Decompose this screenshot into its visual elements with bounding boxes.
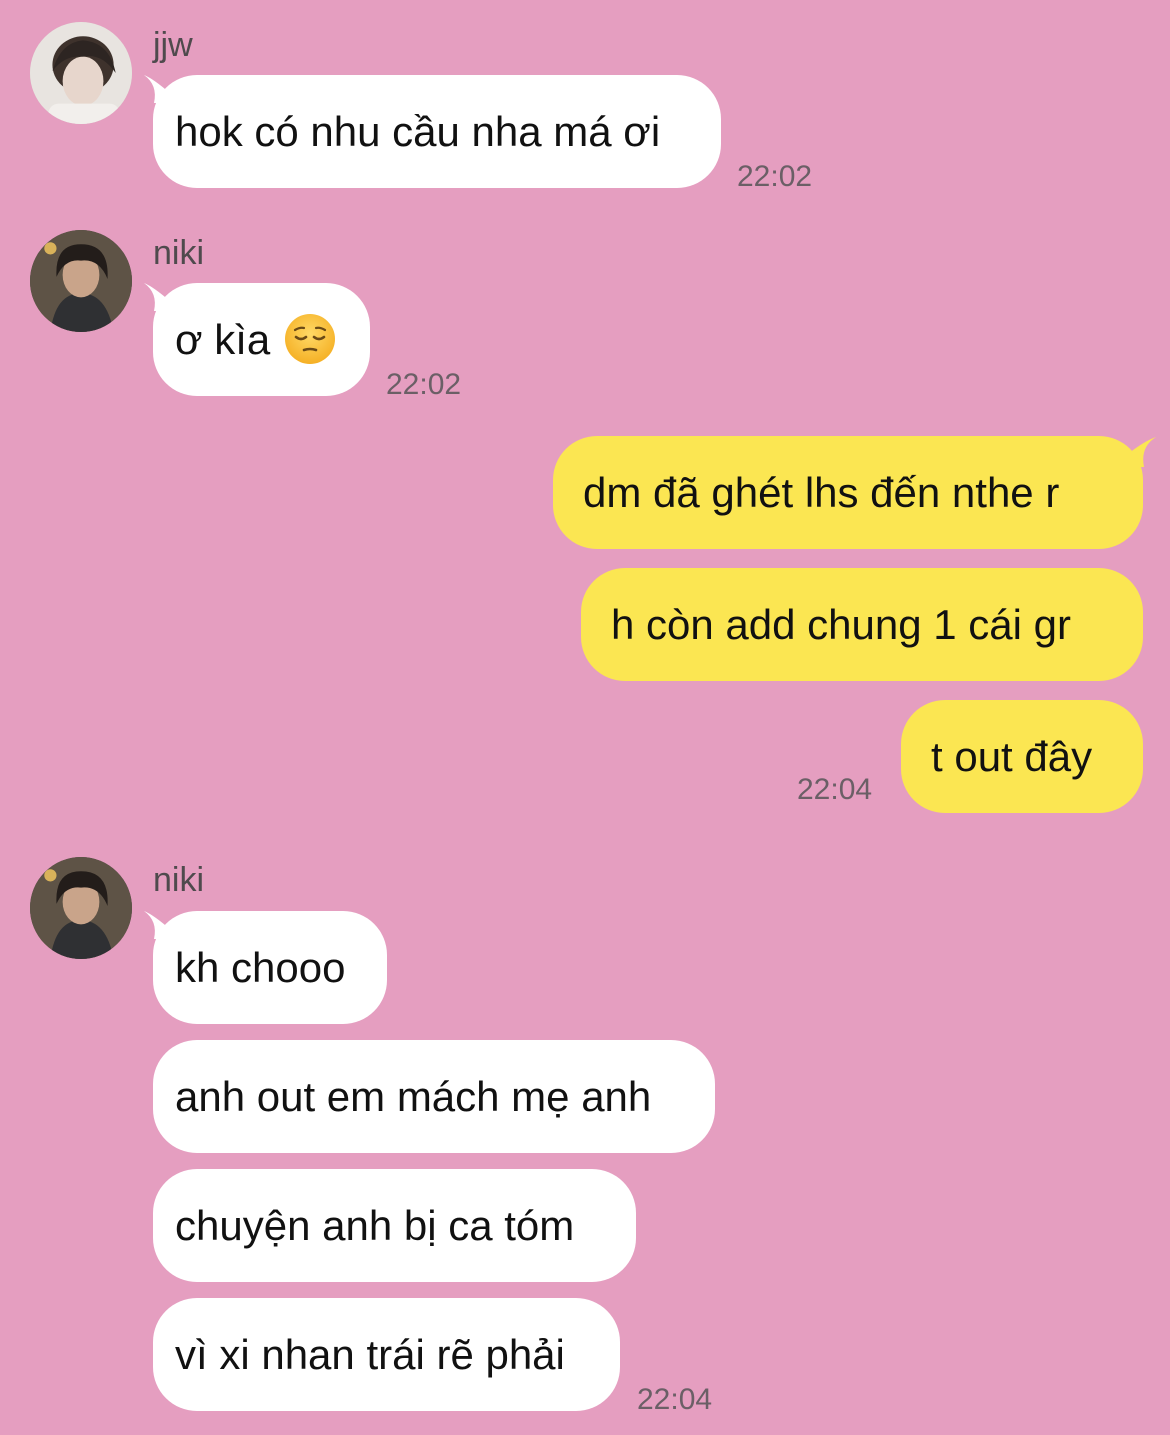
sender-name: jjw bbox=[153, 26, 193, 64]
message-text: ơ kìa bbox=[175, 316, 271, 363]
timestamp: 22:02 bbox=[386, 368, 462, 401]
avatar-image bbox=[30, 857, 132, 959]
message-bubble[interactable]: anh out em mách mẹ anh bbox=[153, 1040, 715, 1153]
avatar-niki[interactable] bbox=[30, 857, 132, 959]
message-bubble[interactable]: chuyện anh bị ca tóm bbox=[153, 1169, 636, 1282]
avatar-niki[interactable] bbox=[30, 230, 132, 332]
pensive-face-icon bbox=[285, 313, 336, 364]
avatar-jjw[interactable] bbox=[30, 22, 132, 124]
avatar-image bbox=[30, 230, 132, 332]
message-bubble[interactable]: h còn add chung 1 cái gr bbox=[581, 568, 1143, 681]
avatar-image bbox=[30, 22, 132, 124]
message-bubble[interactable]: vì xi nhan trái rẽ phải bbox=[153, 1298, 620, 1411]
message-bubble[interactable]: dm đã ghét lhs đến nthe r bbox=[553, 436, 1143, 549]
message-bubble[interactable]: hok có nhu cầu nha má ơi bbox=[153, 75, 721, 188]
sender-name: niki bbox=[153, 234, 205, 272]
timestamp: 22:04 bbox=[637, 1383, 713, 1416]
message-bubble[interactable]: ơ kìa bbox=[153, 283, 370, 396]
message-bubble[interactable]: t out đây bbox=[901, 700, 1143, 813]
sender-name: niki bbox=[153, 861, 205, 899]
message-bubble[interactable]: kh chooo bbox=[153, 911, 387, 1024]
timestamp: 22:02 bbox=[737, 160, 813, 193]
timestamp: 22:04 bbox=[797, 773, 873, 806]
